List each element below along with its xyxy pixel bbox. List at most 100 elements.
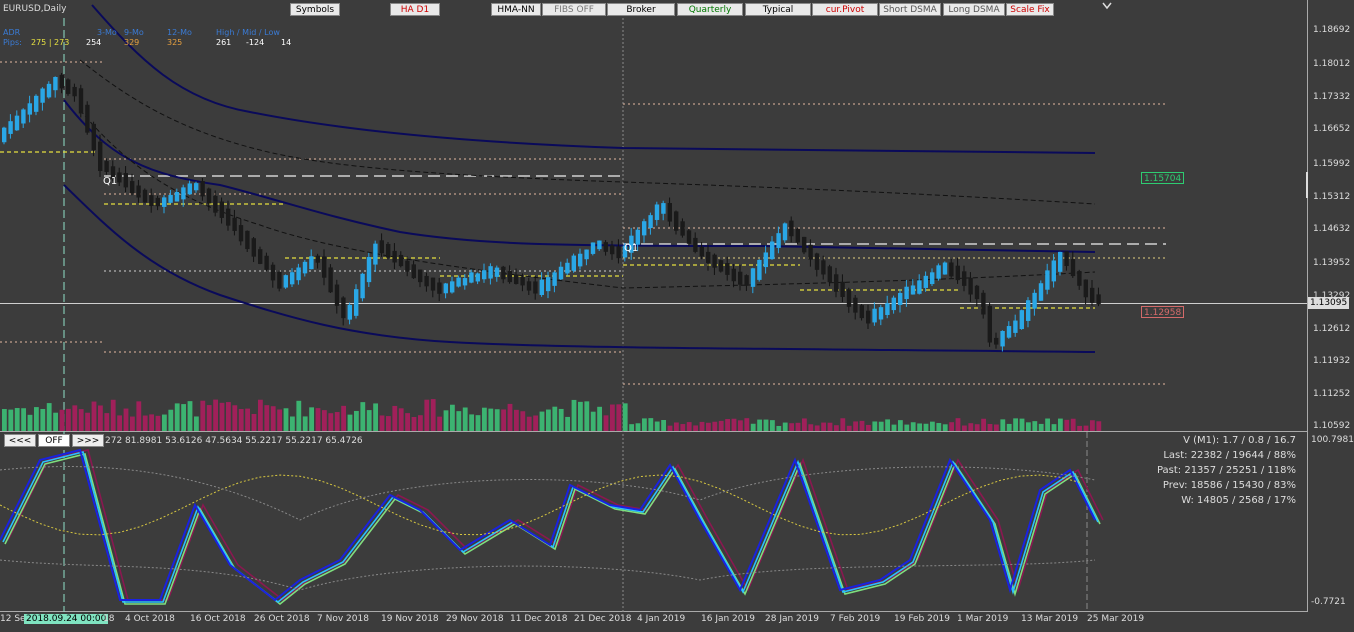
candle-body [731,268,736,282]
candle-body [872,308,877,323]
volume-bar [558,408,564,431]
candle-body [802,236,807,253]
candle-body [328,267,333,293]
toolbar-button-quarterly[interactable]: Quarterly [677,3,743,16]
volume-bar [78,409,84,431]
candle-body [34,95,39,112]
candle-body [507,270,512,283]
candle-body [974,285,980,300]
volume-bar [642,418,647,431]
candle-body [315,255,320,263]
candle-body [750,268,756,287]
candle-body [648,215,653,229]
candle-body [174,191,180,202]
volume-bar [360,402,366,431]
toolbar-button-symbols[interactable]: Symbols [290,3,340,16]
volume-bar [91,401,97,431]
candle-body [219,201,224,218]
candle-body [251,238,256,257]
toolbar-button-scale-fix[interactable]: Scale Fix [1006,3,1054,16]
volume-bar [405,413,410,431]
candle-body [763,252,768,268]
volume-bar [386,416,391,431]
stat-12mo-val: 325 [167,38,183,47]
chevron-down-icon[interactable] [1102,2,1112,10]
volume-bar [98,405,103,431]
candle-body [91,123,96,151]
x-tick-label: 18 [103,614,115,624]
volume-bar [232,405,238,431]
candle-body [226,208,231,226]
y-tick-label: 1.15992 [1313,159,1351,169]
volume-bar [846,425,852,431]
volume-bar [706,422,711,431]
volume-bar [366,410,372,431]
volume-bar [136,401,142,431]
candle-body [744,275,749,286]
volume-bar [283,408,289,431]
toolbar-button-long-dsma[interactable]: Long DSMA [943,3,1005,16]
volume-bar [296,400,302,431]
toolbar-button-ha-d1[interactable]: HA D1 [390,3,440,16]
toolbar-button-broker[interactable]: Broker [607,3,675,16]
volume-bar [1045,418,1050,431]
stat-9mo-label: 9-Mo [124,28,144,37]
toolbar-button-hma-nn[interactable]: HMA-NN [491,3,541,16]
scroll-marker[interactable] [1306,172,1308,198]
stat-3mo: 3-Mo [97,28,117,37]
volume-bar [526,416,532,431]
prev-button[interactable]: <<< [4,434,36,447]
volume-bar [661,419,666,431]
volume-bar [1090,420,1095,431]
volume-bar [776,425,782,431]
next-button[interactable]: >>> [72,434,104,447]
stat-adr-val: 275 | 273 [31,38,70,47]
toolbar-button-fibs-off[interactable]: FIBS OFF [542,3,606,16]
candle-body [910,285,916,295]
x-tick-label: 16 Jan 2019 [701,614,755,624]
volume-bar [898,420,903,431]
candle-body [955,265,960,281]
volume-bar [469,414,474,431]
volume-bar [802,418,807,431]
volume-bar [27,414,33,431]
volume-bar [72,405,78,431]
candle-body [840,281,845,298]
candle-body [475,273,480,282]
volume-bar [315,408,321,431]
y-tick-label: 1.17332 [1313,92,1351,102]
y-tick-label: 1.18012 [1313,59,1351,69]
candle-body [309,256,314,270]
toolbar-button-short-dsma[interactable]: Short DSMA [879,3,941,16]
toolbar: EURUSD,Daily Symbols HA D1 HMA-NN FIBS OFF B… [0,0,1354,18]
volume-bar [104,413,110,431]
candle-body [514,274,519,285]
volume-bar [859,420,865,431]
candle-body [533,281,538,294]
volume-bar [238,409,244,431]
off-button[interactable]: OFF [38,434,70,447]
volume-bar [680,424,686,431]
candle-body [123,173,128,188]
volume-bar [142,415,148,431]
candle-body [1051,260,1056,282]
volume-bar [718,420,724,431]
toolbar-button-typical[interactable]: Typical [745,3,811,16]
candle-body [885,303,890,315]
osc-max: 100.7981 [1311,435,1354,445]
toolbar-button-cur-pivot[interactable]: cur.Pivot [812,3,878,16]
candle-body [136,185,141,198]
candle-body [334,284,340,306]
volume-bar [789,423,794,431]
candle-body [302,261,308,274]
osc-band [0,559,1096,591]
volume-bar [174,403,180,431]
candle-body [846,289,852,307]
candle-body [590,242,596,254]
volume-bar [1019,418,1025,431]
candle-body [8,121,13,134]
candle-body [859,305,864,319]
candle-body [738,271,743,285]
candle-body [232,217,237,231]
candle-body [72,86,77,97]
